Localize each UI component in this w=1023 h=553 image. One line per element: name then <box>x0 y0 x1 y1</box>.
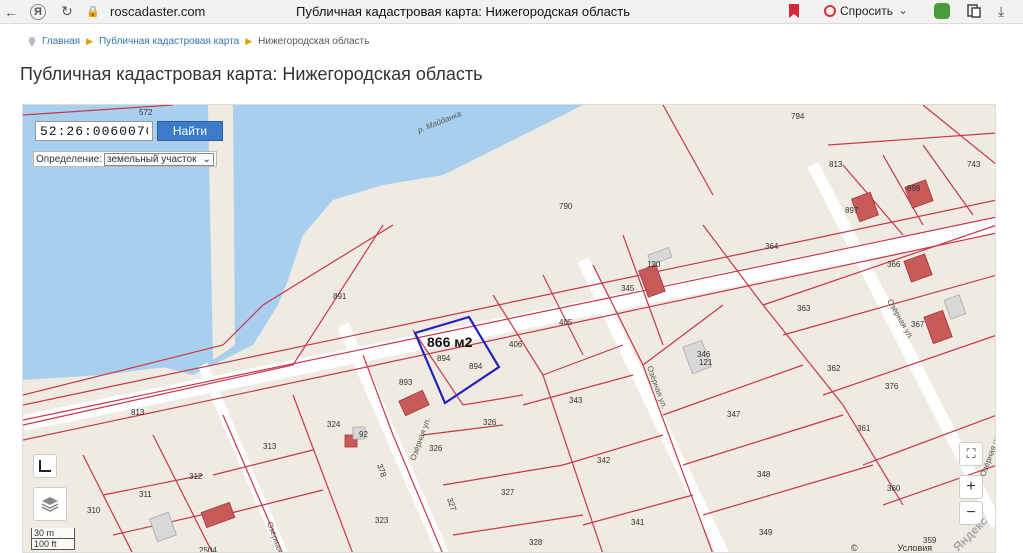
svg-text:362: 362 <box>827 364 841 373</box>
breadcrumb-cadastral-map[interactable]: Публичная кадастровая карта <box>99 36 239 47</box>
svg-text:343: 343 <box>569 396 583 405</box>
svg-text:894: 894 <box>469 362 483 371</box>
svg-text:366: 366 <box>887 260 901 269</box>
search-button[interactable]: Найти <box>157 121 223 141</box>
svg-text:367: 367 <box>911 320 925 329</box>
svg-text:349: 349 <box>759 528 773 537</box>
ask-icon <box>824 5 836 17</box>
svg-text:326: 326 <box>483 418 497 427</box>
svg-text:342: 342 <box>597 456 611 465</box>
svg-text:891: 891 <box>333 292 347 301</box>
svg-text:324: 324 <box>327 420 341 429</box>
svg-text:327: 327 <box>501 488 515 497</box>
svg-text:345: 345 <box>621 284 635 293</box>
chevron-down-icon: ⌄ <box>202 153 211 165</box>
svg-text:790: 790 <box>559 202 573 211</box>
building <box>903 253 933 283</box>
svg-text:326: 326 <box>429 444 443 453</box>
page-title: Публичная кадастровая карта: Нижегородск… <box>20 64 483 84</box>
svg-text:363: 363 <box>797 304 811 313</box>
cadastral-search: Найти <box>35 121 223 141</box>
svg-text:327: 327 <box>445 497 458 513</box>
svg-text:312: 312 <box>189 472 203 481</box>
fullscreen-icon: ⛶ <box>966 446 976 461</box>
definition-label: Определение: <box>36 153 103 165</box>
svg-text:323: 323 <box>375 516 389 525</box>
building <box>943 294 967 320</box>
breadcrumb-home[interactable]: Главная <box>42 36 80 47</box>
area-label: 866 м2 <box>427 334 473 350</box>
plus-icon: + <box>966 478 976 495</box>
svg-text:572: 572 <box>139 108 153 117</box>
svg-text:341: 341 <box>631 518 645 527</box>
extension-icon[interactable] <box>934 3 950 19</box>
svg-text:405: 405 <box>559 318 573 327</box>
svg-text:378: 378 <box>375 463 388 479</box>
cadastral-number-input[interactable] <box>35 121 153 141</box>
svg-text:348: 348 <box>757 470 771 479</box>
yandex-browser-icon[interactable]: Я <box>30 3 46 20</box>
definition-select-row: Определение: земельный участок ⌄ <box>33 151 217 167</box>
zoom-in-button[interactable]: + <box>959 475 983 499</box>
svg-text:120: 120 <box>647 260 661 269</box>
address-bar[interactable]: roscadaster.com <box>110 4 205 19</box>
svg-text:311: 311 <box>139 490 152 499</box>
svg-text:92: 92 <box>359 430 368 439</box>
layers-icon <box>41 497 59 512</box>
breadcrumb-current: Нижегородская область <box>258 36 370 47</box>
bookmark-icon[interactable] <box>788 3 800 19</box>
scale-imperial: 100 ft <box>31 539 75 550</box>
scale-bar: 30 m 100 ft <box>31 528 75 550</box>
copyright-text: © Яндекс <box>851 543 858 553</box>
chevron-down-icon[interactable]: ⌄ <box>898 3 908 17</box>
download-icon[interactable]: ⤓ <box>998 3 1004 20</box>
lock-icon: 🔒 <box>86 6 100 18</box>
svg-text:313: 313 <box>263 442 277 451</box>
svg-text:364: 364 <box>765 242 779 251</box>
svg-text:743: 743 <box>967 160 981 169</box>
breadcrumb: Главная ▶ Публичная кадастровая карта ▶ … <box>28 36 369 47</box>
breadcrumb-separator-icon: ▶ <box>245 36 253 46</box>
building <box>398 389 430 417</box>
svg-text:328: 328 <box>529 538 543 547</box>
svg-text:893: 893 <box>399 378 413 387</box>
svg-text:897: 897 <box>845 206 859 215</box>
building <box>923 309 953 345</box>
scale-metric: 30 m <box>31 528 75 539</box>
svg-text:406: 406 <box>509 340 523 349</box>
fullscreen-button[interactable]: ⛶ <box>959 442 983 466</box>
reload-icon[interactable]: ↻ <box>56 1 78 23</box>
layers-button[interactable] <box>33 487 67 521</box>
svg-text:813: 813 <box>131 408 145 417</box>
breadcrumb-separator-icon: ▶ <box>86 36 93 46</box>
terms-link[interactable]: Условия использования <box>897 543 995 552</box>
ask-button[interactable]: Спросить <box>824 2 893 20</box>
svg-text:376: 376 <box>885 382 899 391</box>
map-canvas[interactable]: 572 794 813 743 898 897 790 364 366 345 … <box>23 105 996 553</box>
svg-text:894: 894 <box>437 354 451 363</box>
collections-icon[interactable] <box>966 3 982 19</box>
svg-text:794: 794 <box>791 112 805 121</box>
browser-toolbar: ← Я ↻ 🔒 roscadaster.com Публичная кадаст… <box>0 0 1023 24</box>
building <box>200 501 236 529</box>
svg-text:Озёрная ул.: Озёрная ул. <box>408 416 432 461</box>
back-icon[interactable]: ← <box>0 1 22 23</box>
svg-text:121: 121 <box>699 358 713 367</box>
location-pin-icon <box>28 36 36 47</box>
building <box>148 511 178 543</box>
svg-text:2504: 2504 <box>199 546 217 553</box>
map-copyright: © Яндекс Условия использования <box>851 543 995 553</box>
cadastral-map[interactable]: 572 794 813 743 898 897 790 364 366 345 … <box>22 104 996 553</box>
definition-select[interactable]: земельный участок ⌄ <box>104 152 214 166</box>
svg-text:310: 310 <box>87 506 101 515</box>
svg-text:361: 361 <box>857 424 871 433</box>
svg-text:360: 360 <box>887 484 901 493</box>
svg-text:347: 347 <box>727 410 741 419</box>
tab-title: Публичная кадастровая карта: Нижегородск… <box>296 4 631 19</box>
svg-text:898: 898 <box>907 184 921 193</box>
svg-text:813: 813 <box>829 160 843 169</box>
ruler-icon <box>39 460 51 472</box>
ruler-button[interactable] <box>33 454 57 478</box>
